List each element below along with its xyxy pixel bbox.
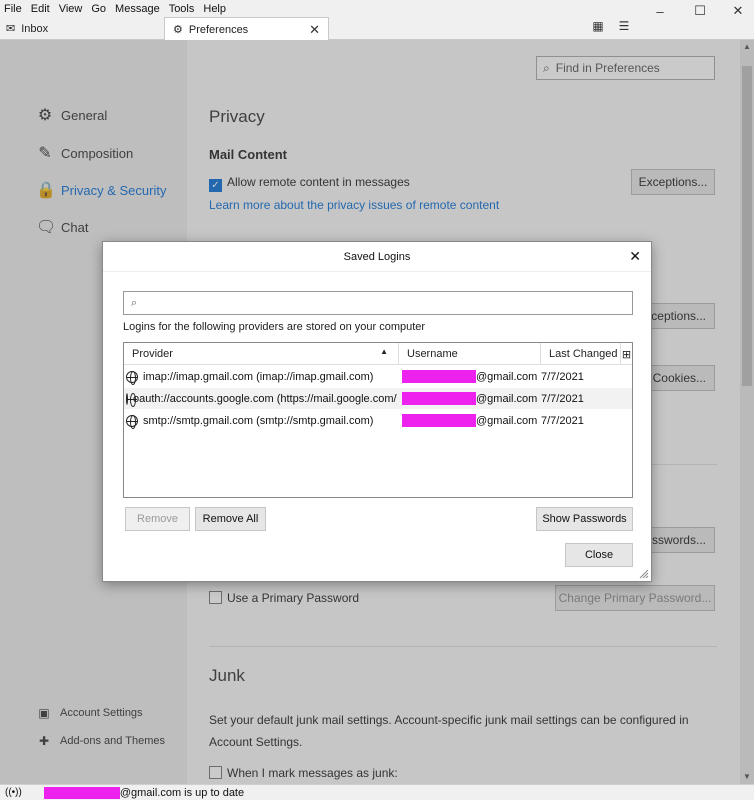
redacted-account bbox=[43, 786, 120, 799]
tab-preferences-label: Preferences bbox=[188, 23, 249, 36]
globe-icon bbox=[126, 414, 138, 429]
menu-bar: File Edit View Go Message Tools Help bbox=[0, 0, 754, 17]
column-picker-icon[interactable]: ⊞ bbox=[621, 343, 632, 365]
row-username: @gmail.com bbox=[402, 410, 540, 431]
tab-inbox-label: Inbox bbox=[21, 22, 49, 35]
menu-help[interactable]: Help bbox=[203, 3, 226, 15]
row-username-suffix: @gmail.com bbox=[476, 414, 538, 427]
status-text: @gmail.com is up to date bbox=[119, 786, 245, 799]
row-provider: imap://imap.gmail.com (imap://imap.gmail… bbox=[126, 366, 397, 387]
row-username-suffix: @gmail.com bbox=[476, 370, 538, 383]
globe-icon bbox=[126, 370, 138, 385]
tasks-icon[interactable]: ☰ bbox=[615, 19, 633, 37]
column-username[interactable]: Username bbox=[399, 343, 541, 365]
envelope-icon: ✉ bbox=[6, 23, 16, 35]
table-row[interactable]: smtp://smtp.gmail.com (smtp://smtp.gmail… bbox=[124, 410, 632, 431]
table-row[interactable]: oauth://accounts.google.com (https://mai… bbox=[124, 388, 632, 409]
status-bar: ((•)) @gmail.com is up to date bbox=[0, 784, 754, 800]
table-row[interactable]: imap://imap.gmail.com (imap://imap.gmail… bbox=[124, 366, 632, 387]
row-provider: smtp://smtp.gmail.com (smtp://smtp.gmail… bbox=[126, 410, 397, 431]
logins-note: Logins for the following providers are s… bbox=[123, 321, 426, 333]
tab-close-icon[interactable]: ✕ bbox=[309, 22, 320, 38]
logins-search-input[interactable]: ⌕ bbox=[123, 291, 633, 315]
column-last-changed[interactable]: Last Changed bbox=[541, 343, 621, 365]
calendar-icon[interactable]: ▦ bbox=[589, 19, 607, 37]
gear-icon: ⚙ bbox=[173, 24, 183, 36]
menu-tools[interactable]: Tools bbox=[169, 3, 195, 15]
logins-table-header: Provider ▲ Username Last Changed ⊞ bbox=[124, 343, 632, 365]
column-provider-label: Provider bbox=[132, 348, 173, 360]
menu-edit[interactable]: Edit bbox=[31, 3, 50, 15]
close-button[interactable]: Close bbox=[565, 543, 633, 567]
row-provider-text: oauth://accounts.google.com (https://mai… bbox=[133, 392, 397, 405]
remove-all-button[interactable]: Remove All bbox=[195, 507, 266, 531]
redacted-username bbox=[402, 370, 476, 383]
menu-file[interactable]: File bbox=[4, 3, 22, 15]
tab-preferences[interactable]: ⚙ Preferences ✕ bbox=[164, 17, 329, 41]
sort-ascending-icon: ▲ bbox=[380, 347, 388, 356]
redacted-username bbox=[402, 392, 476, 405]
row-username-suffix: @gmail.com bbox=[476, 392, 538, 405]
row-username: @gmail.com bbox=[402, 388, 540, 409]
menu-view[interactable]: View bbox=[59, 3, 83, 15]
search-icon: ⌕ bbox=[131, 296, 138, 309]
row-date: 7/7/2021 bbox=[541, 370, 584, 383]
globe-icon bbox=[126, 392, 137, 407]
row-provider-text: imap://imap.gmail.com (imap://imap.gmail… bbox=[143, 370, 374, 383]
tab-inbox[interactable]: ✉ Inbox bbox=[6, 17, 156, 40]
menu-go[interactable]: Go bbox=[91, 3, 106, 15]
saved-logins-dialog: Saved Logins ✕ ⌕ Logins for the followin… bbox=[102, 241, 652, 582]
column-last-changed-label: Last Changed bbox=[549, 348, 618, 360]
column-provider[interactable]: Provider ▲ bbox=[124, 343, 399, 365]
row-username: @gmail.com bbox=[402, 366, 540, 387]
logins-table: Provider ▲ Username Last Changed ⊞ imap:… bbox=[123, 342, 633, 498]
remove-button[interactable]: Remove bbox=[125, 507, 190, 531]
dialog-title: Saved Logins bbox=[103, 242, 651, 272]
dialog-close-icon[interactable]: ✕ bbox=[629, 248, 641, 265]
redacted-username bbox=[402, 414, 476, 427]
row-provider-text: smtp://smtp.gmail.com (smtp://smtp.gmail… bbox=[143, 414, 374, 427]
resize-grip-icon[interactable] bbox=[637, 567, 649, 579]
online-status-icon[interactable]: ((•)) bbox=[5, 787, 22, 798]
tab-bar: ✉ Inbox ⚙ Preferences ✕ bbox=[0, 17, 754, 41]
row-date: 7/7/2021 bbox=[541, 392, 584, 405]
show-passwords-button[interactable]: Show Passwords bbox=[536, 507, 633, 531]
row-provider: oauth://accounts.google.com (https://mai… bbox=[126, 388, 397, 409]
row-date: 7/7/2021 bbox=[541, 414, 584, 427]
menu-message[interactable]: Message bbox=[115, 3, 160, 15]
column-username-label: Username bbox=[407, 348, 458, 360]
